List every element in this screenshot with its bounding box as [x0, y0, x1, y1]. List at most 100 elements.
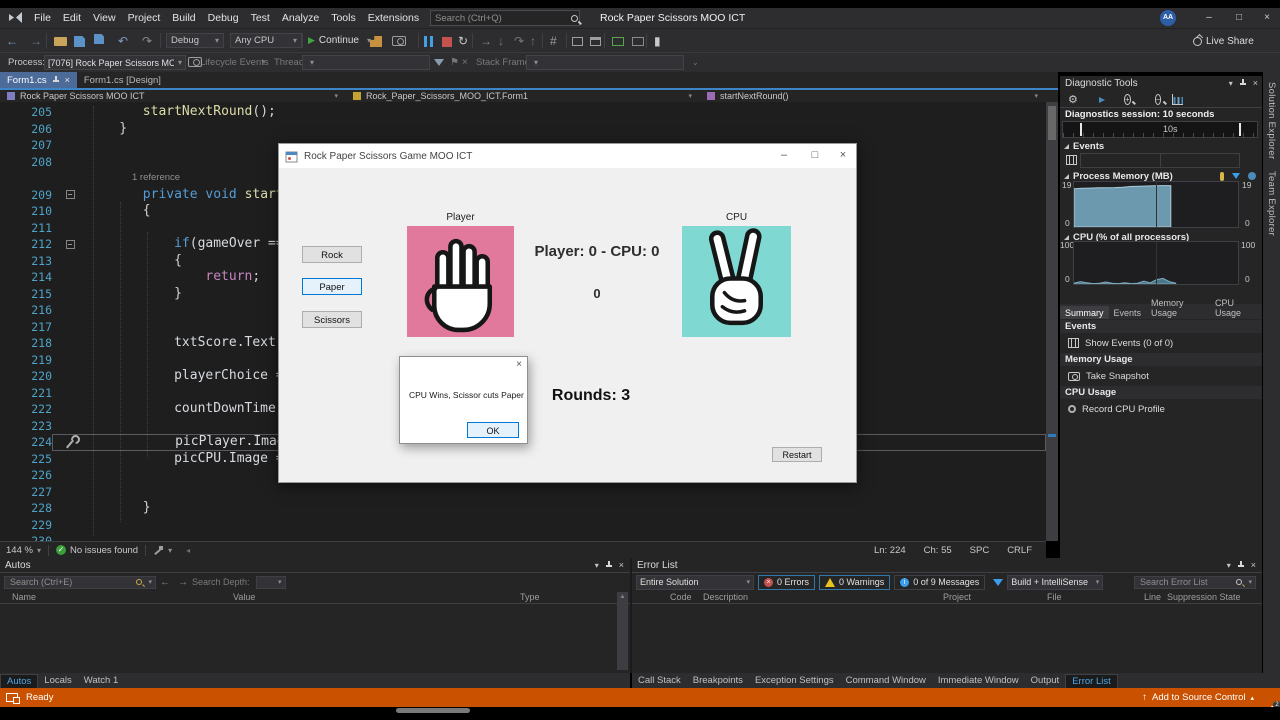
panel-tab-immediate-window[interactable]: Immediate Window [932, 674, 1025, 687]
flag-icon[interactable]: ⚑ [450, 53, 459, 73]
filter-icon[interactable] [993, 578, 1004, 586]
search-back-icon[interactable]: ← [160, 577, 170, 588]
chevron-down-icon[interactable]: ▾ [595, 561, 599, 570]
thread-dropdown[interactable]: ▾ [302, 55, 430, 70]
forward-icon[interactable]: → [30, 29, 42, 53]
panel-tab-breakpoints[interactable]: Breakpoints [687, 674, 749, 687]
scrollbar-thumb[interactable] [1048, 106, 1056, 140]
tabs-icon[interactable] [590, 37, 601, 46]
panel-tab-call-stack[interactable]: Call Stack [632, 674, 687, 687]
maximize-icon[interactable]: □ [800, 144, 830, 168]
step-out-icon[interactable]: ↑ [530, 29, 536, 53]
breadcrumb-segment[interactable]: Rock_Paper_Scissors_MOO_ICT.Form1 ▾ [346, 90, 700, 102]
menu-file[interactable]: File [28, 8, 57, 28]
menu-project[interactable]: Project [122, 8, 167, 28]
panel-tab-command-window[interactable]: Command Window [840, 674, 932, 687]
code-line[interactable]: 227 [0, 484, 1046, 501]
diag-tab-memory-usage[interactable]: Memory Usage [1146, 296, 1210, 319]
search-input[interactable] [8, 576, 135, 588]
error-search-box[interactable]: ▾ [1134, 575, 1256, 589]
minimize-icon[interactable]: – [769, 144, 799, 168]
column-header-line[interactable]: Line [1144, 592, 1161, 602]
close-icon[interactable]: × [65, 75, 70, 85]
column-header-code[interactable]: Code [670, 592, 692, 602]
panel-tab-exception-settings[interactable]: Exception Settings [749, 674, 840, 687]
column-header-file[interactable]: File [1047, 592, 1062, 602]
redo-icon[interactable]: ↷ [142, 29, 152, 53]
filter-icon[interactable] [434, 59, 444, 66]
pin-icon[interactable] [605, 560, 613, 570]
show-next-statement-icon[interactable]: → [480, 29, 492, 53]
environment-icon[interactable] [632, 37, 644, 46]
code-line[interactable]: 229 [0, 517, 1046, 534]
fold-icon[interactable]: − [65, 190, 75, 200]
chevron-down-icon[interactable]: ▾ [1229, 79, 1233, 88]
summary-action-take-snapshot[interactable]: Take Snapshot [1060, 368, 1262, 384]
diag-tab-cpu-usage[interactable]: CPU Usage [1210, 296, 1262, 319]
search-input[interactable] [431, 12, 571, 24]
game-title-bar[interactable]: Rock Paper Scissors Game MOO ICT – □ × [279, 144, 856, 168]
menu-test[interactable]: Test [245, 8, 276, 28]
lifecycle-events-button[interactable]: Lifecycle Events [200, 53, 269, 73]
restart-button[interactable]: Restart [772, 447, 822, 462]
summary-action-show-events-0-of-0[interactable]: Show Events (0 of 0) [1060, 335, 1262, 351]
continue-button[interactable]: ▶ Continue ▾ [308, 32, 371, 49]
search-forward-icon[interactable]: → [178, 577, 188, 588]
menu-view[interactable]: View [87, 8, 122, 28]
search-input[interactable] [1138, 576, 1235, 588]
menu-analyze[interactable]: Analyze [276, 8, 325, 28]
back-icon[interactable]: ← [6, 29, 18, 53]
scissors-button[interactable]: Scissors [302, 311, 362, 328]
pin-icon[interactable] [1237, 560, 1245, 570]
live-share-button[interactable]: Live Share [1193, 29, 1254, 53]
zoom-level[interactable]: 144 % [6, 545, 33, 556]
zoom-in-icon[interactable]: + [1124, 94, 1131, 105]
bookmark-icon[interactable]: ▮ [654, 29, 661, 53]
column-header-value[interactable]: Value [233, 592, 255, 602]
screenshot-icon[interactable] [392, 36, 406, 46]
column-header-description[interactable]: Description [703, 592, 748, 602]
build-filter-dropdown[interactable]: Build + IntelliSense ▾ [1007, 574, 1104, 590]
close-icon[interactable]: × [828, 144, 858, 168]
close-icon[interactable]: × [1253, 78, 1258, 88]
window-icon[interactable] [572, 37, 583, 46]
save-all-icon[interactable] [94, 34, 104, 44]
warnings-filter-button[interactable]: 0 Warnings [819, 574, 891, 590]
ok-button[interactable]: OK [467, 422, 519, 438]
close-icon[interactable]: × [1251, 560, 1256, 570]
console-icon[interactable] [612, 37, 624, 46]
account-avatar[interactable]: AA [1160, 10, 1176, 26]
overflow-chevron-icon[interactable]: ⌄ [692, 53, 699, 73]
code-line[interactable]: 228 } [0, 500, 1046, 517]
diagnostics-icon[interactable] [370, 36, 382, 47]
menu-debug[interactable]: Debug [202, 8, 245, 28]
rock-button[interactable]: Rock [302, 246, 362, 263]
spaces-indicator[interactable]: SPC [970, 545, 990, 556]
panel-tab-error-list[interactable]: Error List [1065, 673, 1118, 688]
column-header-suppression-state[interactable]: Suppression State [1167, 592, 1241, 602]
close-icon[interactable]: × [516, 359, 522, 370]
paper-button[interactable]: Paper [302, 278, 362, 295]
events-section-header[interactable]: Events [1060, 140, 1262, 152]
eol-indicator[interactable]: CRLF [1007, 545, 1032, 556]
timeline-marker[interactable] [1080, 123, 1082, 136]
column-header-project[interactable]: Project [943, 592, 971, 602]
step-over-icon[interactable]: ↷ [514, 29, 524, 53]
code-cleanup-icon[interactable] [153, 545, 164, 556]
close-icon[interactable]: × [1254, 8, 1280, 28]
errors-filter-button[interactable]: × 0 Errors [758, 574, 816, 590]
memory-icon[interactable]: # [550, 29, 557, 53]
code-line[interactable]: 206 } [0, 121, 1046, 138]
quick-search-box[interactable] [430, 10, 580, 26]
detach-icon[interactable]: × [462, 53, 468, 73]
search-depth-dropdown[interactable]: ▾ [255, 575, 286, 589]
autos-scrollbar[interactable]: ▴ [617, 592, 628, 670]
fold-icon[interactable]: − [65, 239, 75, 249]
lifecycle-icon[interactable] [188, 57, 202, 67]
process-dropdown[interactable]: [7076] Rock Paper Scissors MOO IC▾ [44, 55, 186, 70]
column-header-type[interactable]: Type [520, 592, 540, 602]
breadcrumb-segment[interactable]: startNextRound() ▾ [700, 90, 1046, 102]
open-folder-icon[interactable] [54, 37, 67, 46]
step-into-icon[interactable]: ↓ [498, 29, 504, 53]
restart-icon[interactable]: ↻ [458, 29, 468, 53]
